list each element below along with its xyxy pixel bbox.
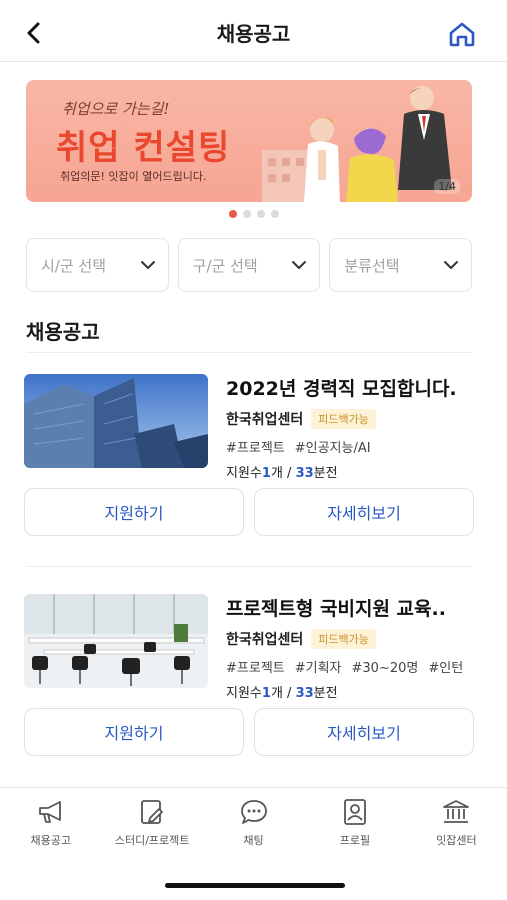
chevron-down-icon — [444, 261, 459, 269]
company-name: 한국취업센터 — [226, 412, 304, 428]
nav-item-center[interactable]: 잇잡센터 — [406, 798, 507, 848]
home-icon — [449, 22, 475, 47]
divider — [26, 566, 472, 567]
building-image — [24, 374, 208, 468]
nav-label: 채팅 — [243, 834, 264, 847]
filter-label: 시/군 선택 — [41, 256, 107, 275]
tag: #인공지능/AI — [294, 441, 371, 456]
posted-time: 33 — [295, 686, 314, 701]
office-image — [24, 594, 208, 688]
megaphone-icon — [38, 801, 61, 823]
feedback-badge: 피드백가능 — [311, 629, 376, 649]
chevron-down-icon — [140, 261, 155, 269]
applicants-unit: 개 / — [270, 686, 292, 701]
profile-icon — [344, 799, 366, 825]
job-tags: #프로젝트 #인공지능/AI — [226, 437, 476, 456]
district-select[interactable]: 구/군 선택 — [177, 238, 321, 292]
nav-label: 채용공고 — [30, 834, 71, 847]
applicants-count: 1 — [261, 466, 271, 481]
nav-item-jobs[interactable]: 채용공고 — [0, 798, 101, 848]
job-thumbnail[interactable] — [24, 374, 208, 468]
nav-label: 프로필 — [339, 834, 371, 847]
carousel-dot[interactable] — [242, 210, 251, 218]
job-title[interactable]: 프로젝트형 국비지원 교육.. — [226, 594, 476, 621]
tag: #인턴 — [428, 661, 464, 676]
page-title: 채용공고 — [216, 22, 291, 46]
job-info: 프로젝트형 국비지원 교육.. 한국취업센터 피드백가능 #프로젝트 #기획자 #3… — [226, 594, 476, 701]
city-select[interactable]: 시/군 선택 — [26, 238, 169, 292]
job-stats: 지원수1개 / 33분전 — [226, 682, 476, 701]
filter-bar: 시/군 선택 구/군 선택 분류선택 — [26, 238, 473, 292]
feedback-badge: 피드백가능 — [311, 409, 376, 429]
home-button[interactable] — [447, 20, 477, 48]
apply-button[interactable]: 지원하기 — [24, 488, 244, 536]
app-header: 채용공고 — [0, 0, 507, 62]
chevron-down-icon — [292, 261, 307, 269]
applicants-label: 지원수 — [226, 686, 262, 701]
tag: #30~20명 — [351, 661, 419, 676]
nav-label: 스터디/프로젝트 — [114, 834, 190, 847]
center-icon — [443, 800, 470, 823]
category-select[interactable]: 분류선택 — [329, 238, 473, 292]
chat-icon — [240, 800, 267, 824]
job-stats: 지원수1개 / 33분전 — [226, 462, 476, 481]
company-row: 한국취업센터 피드백가능 — [226, 409, 476, 429]
job-tags: #프로젝트 #기획자 #30~20명 #인턴 — [226, 657, 476, 676]
company-row: 한국취업센터 피드백가능 — [226, 629, 476, 649]
study-icon — [141, 800, 164, 824]
carousel-indicator — [0, 210, 507, 218]
detail-button[interactable]: 자세히보기 — [254, 708, 474, 756]
carousel-dot[interactable] — [256, 210, 265, 218]
posted-time-unit: 분전 — [313, 686, 338, 701]
promo-banner[interactable]: 취업으로 가는길! 취업 컨설팅 취업의문! 잇잡이 열어드립니다. 1/4 — [26, 80, 472, 202]
job-actions: 지원하기 자세히보기 — [24, 488, 474, 536]
job-title[interactable]: 2022년 경력직 모집합니다. — [226, 374, 476, 401]
detail-button[interactable]: 자세히보기 — [254, 488, 474, 536]
job-info: 2022년 경력직 모집합니다. 한국취업센터 피드백가능 #프로젝트 #인공지능… — [226, 374, 476, 481]
posted-time-unit: 분전 — [313, 466, 338, 481]
nav-item-profile[interactable]: 프로필 — [304, 798, 405, 848]
home-indicator[interactable] — [165, 883, 345, 888]
nav-item-chat[interactable]: 채팅 — [203, 798, 304, 848]
banner-subtitle: 취업으로 가는길! — [62, 100, 170, 118]
tag: #기획자 — [294, 661, 342, 676]
banner-title: 취업 컨설팅 — [56, 128, 231, 168]
posted-time: 33 — [295, 466, 314, 481]
banner-description: 취업의문! 잇잡이 열어드립니다. — [60, 170, 207, 183]
banner-page-counter: 1/4 — [434, 179, 460, 194]
apply-button[interactable]: 지원하기 — [24, 708, 244, 756]
filter-label: 구/군 선택 — [192, 256, 258, 275]
applicants-unit: 개 / — [270, 466, 292, 481]
divider — [26, 352, 472, 353]
carousel-dot[interactable] — [270, 210, 279, 218]
carousel-dot[interactable] — [228, 210, 237, 218]
tag: #프로젝트 — [226, 661, 285, 676]
applicants-count: 1 — [261, 686, 271, 701]
job-actions: 지원하기 자세히보기 — [24, 708, 474, 756]
job-thumbnail[interactable] — [24, 594, 208, 688]
nav-label: 잇잡센터 — [436, 834, 477, 847]
company-name: 한국취업센터 — [226, 632, 304, 648]
nav-item-study[interactable]: 스터디/프로젝트 — [101, 798, 202, 848]
applicants-label: 지원수 — [226, 466, 262, 481]
tag: #프로젝트 — [226, 441, 285, 456]
section-title: 채용공고 — [26, 320, 100, 344]
filter-label: 분류선택 — [344, 256, 400, 275]
